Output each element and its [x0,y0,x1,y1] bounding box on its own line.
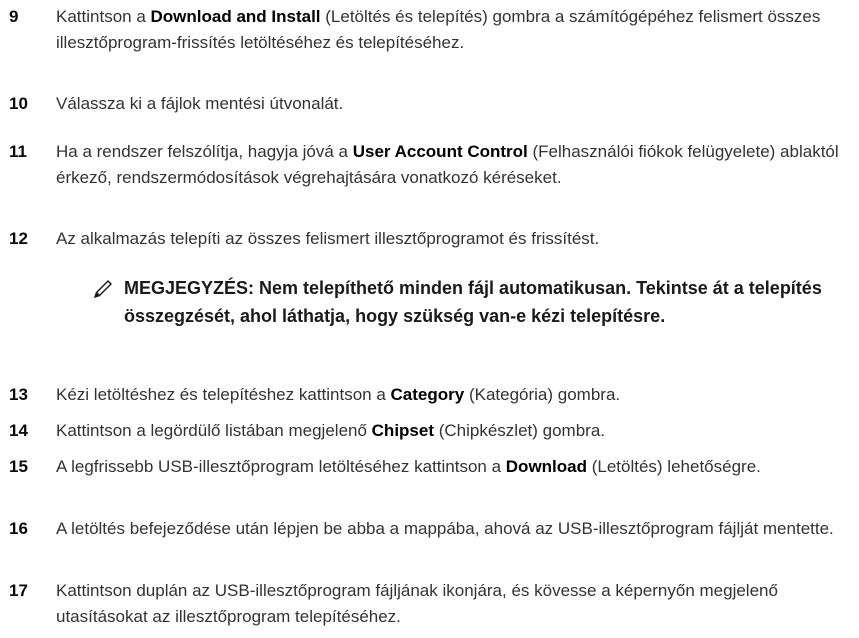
step-text-bold: Category [390,385,465,404]
step-text: Az alkalmazás telepíti az összes felisme… [56,226,846,252]
step-text-pre: Kattintson a [56,7,151,26]
step-text-bold: User Account Control [352,142,528,161]
step-number: 11 [9,142,27,161]
step-number: 10 [9,94,28,113]
step-text: Ha a rendszer felszólítja, hagyja jóvá a… [56,139,846,191]
step-text-pre: A legfrissebb USB-illesztőprogram letölt… [56,457,506,476]
step-number: 15 [9,457,28,476]
step-text-bold: Download and Install [150,7,321,26]
step-text-pre: Kattintson duplán az USB-illesztőprogram… [56,581,778,626]
document-page: 9 Kattintson a Download and Install (Let… [0,0,859,638]
step-text-pre: Az alkalmazás telepíti az összes felisme… [56,229,600,248]
step-number: 13 [9,385,28,404]
step-number: 12 [9,229,28,248]
step-text-bold: Chipset [371,421,434,440]
step-text-post: (Kategória) gombra. [464,385,621,404]
step-text: Kattintson a legördülő listában megjelen… [56,418,846,444]
step-number: 9 [9,7,19,26]
step-number: 16 [9,519,28,538]
step-text-pre: Kézi letöltéshez és telepítéshez kattint… [56,385,391,404]
pencil-note-icon [92,278,114,300]
step-number: 17 [9,581,28,600]
step-text-post: (Letöltés) lehetőségre. [587,457,761,476]
step-text-pre: Válassza ki a fájlok mentési útvonalát. [56,94,344,113]
step-text: Válassza ki a fájlok mentési útvonalát. [56,91,846,117]
step-text: Kattintson duplán az USB-illesztőprogram… [56,578,846,630]
step-text: Kattintson a Download and Install (Letöl… [56,4,846,56]
step-text: A legfrissebb USB-illesztőprogram letölt… [56,454,846,480]
step-text-pre: Ha a rendszer felszólítja, hagyja jóvá a [56,142,353,161]
step-text-pre: Kattintson a legördülő listában megjelen… [56,421,372,440]
step-text-pre: A letöltés befejeződése után lépjen be a… [56,519,834,538]
step-text-bold: Download [505,457,587,476]
step-number: 14 [9,421,28,440]
note-text: MEGJEGYZÉS: Nem telepíthető minden fájl … [124,278,822,326]
step-text: A letöltés befejeződése után lépjen be a… [56,516,846,542]
step-text: Kézi letöltéshez és telepítéshez kattint… [56,382,846,408]
step-text-post: (Chipkészlet) gombra. [434,421,606,440]
